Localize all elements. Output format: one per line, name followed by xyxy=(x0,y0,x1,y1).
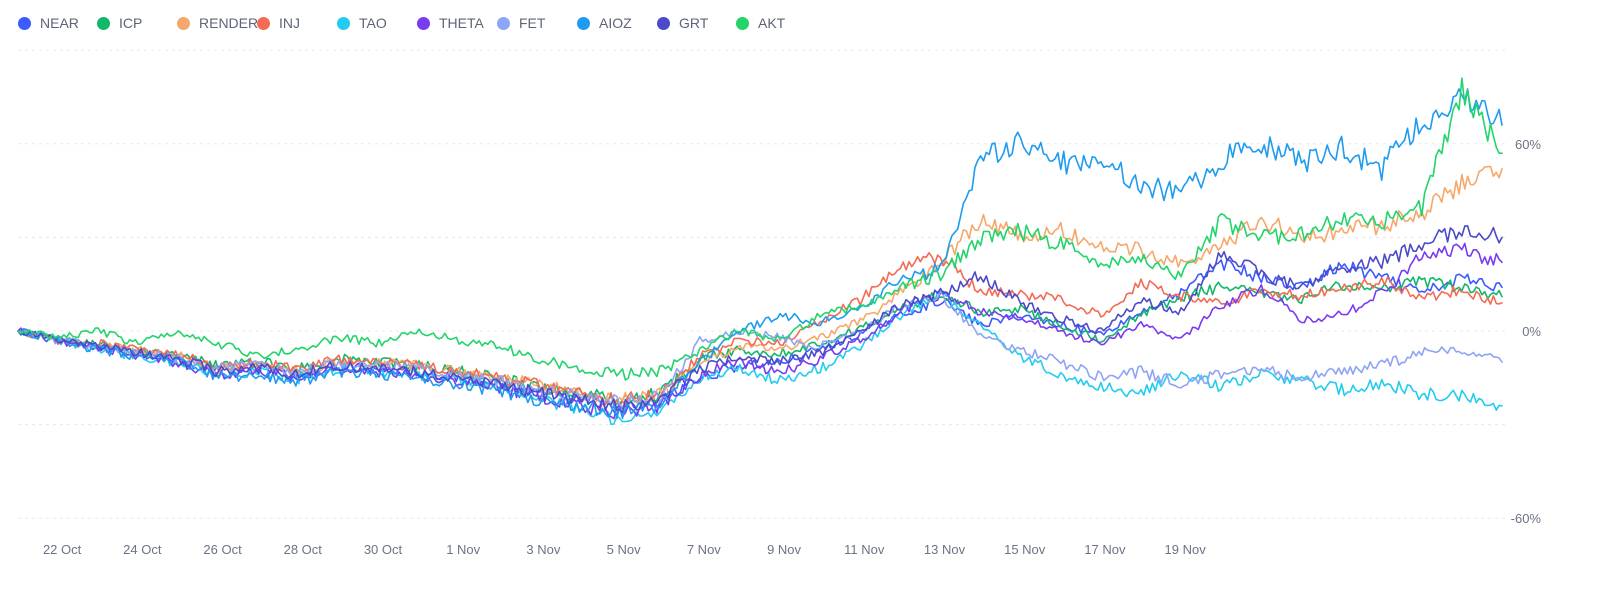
x-tick-label: 26 Oct xyxy=(203,542,242,557)
x-tick-label: 15 Nov xyxy=(1004,542,1046,557)
y-tick-label: -60% xyxy=(1511,511,1542,526)
gridlines xyxy=(18,49,1508,519)
x-tick-label: 5 Nov xyxy=(607,542,641,557)
series-line-grt xyxy=(17,225,1503,414)
x-tick-label: 11 Nov xyxy=(844,542,885,557)
series-line-fet xyxy=(17,290,1503,409)
x-tick-label: 19 Nov xyxy=(1165,542,1207,557)
y-tick-label: 0% xyxy=(1522,324,1541,339)
x-tick-label: 7 Nov xyxy=(687,542,721,557)
series-line-tao xyxy=(17,290,1503,426)
y-tick-label: 60% xyxy=(1515,137,1541,152)
x-tick-label: 24 Oct xyxy=(123,542,162,557)
chart-plot-area: 60% 0% -60% 22 Oct 24 Oct 26 Oct 28 Oct 30 Oct 1… xyxy=(17,49,1542,557)
x-tick-label: 13 Nov xyxy=(924,542,966,557)
x-tick-label: 30 Oct xyxy=(364,542,403,557)
x-tick-label: 9 Nov xyxy=(767,542,801,557)
x-tick-label: 22 Oct xyxy=(43,542,82,557)
series-line-akt xyxy=(17,77,1503,381)
x-tick-label: 17 Nov xyxy=(1084,542,1126,557)
x-tick-label: 28 Oct xyxy=(284,542,323,557)
x-tick-label: 1 Nov xyxy=(446,542,480,557)
x-tick-label: 3 Nov xyxy=(526,542,560,557)
series-lines xyxy=(17,77,1503,426)
chart-container: NEAR ICP RENDER INJ TAO THETA FET AIOZ GRT AKT 60… xyxy=(0,0,1600,591)
series-line-near xyxy=(17,259,1503,417)
